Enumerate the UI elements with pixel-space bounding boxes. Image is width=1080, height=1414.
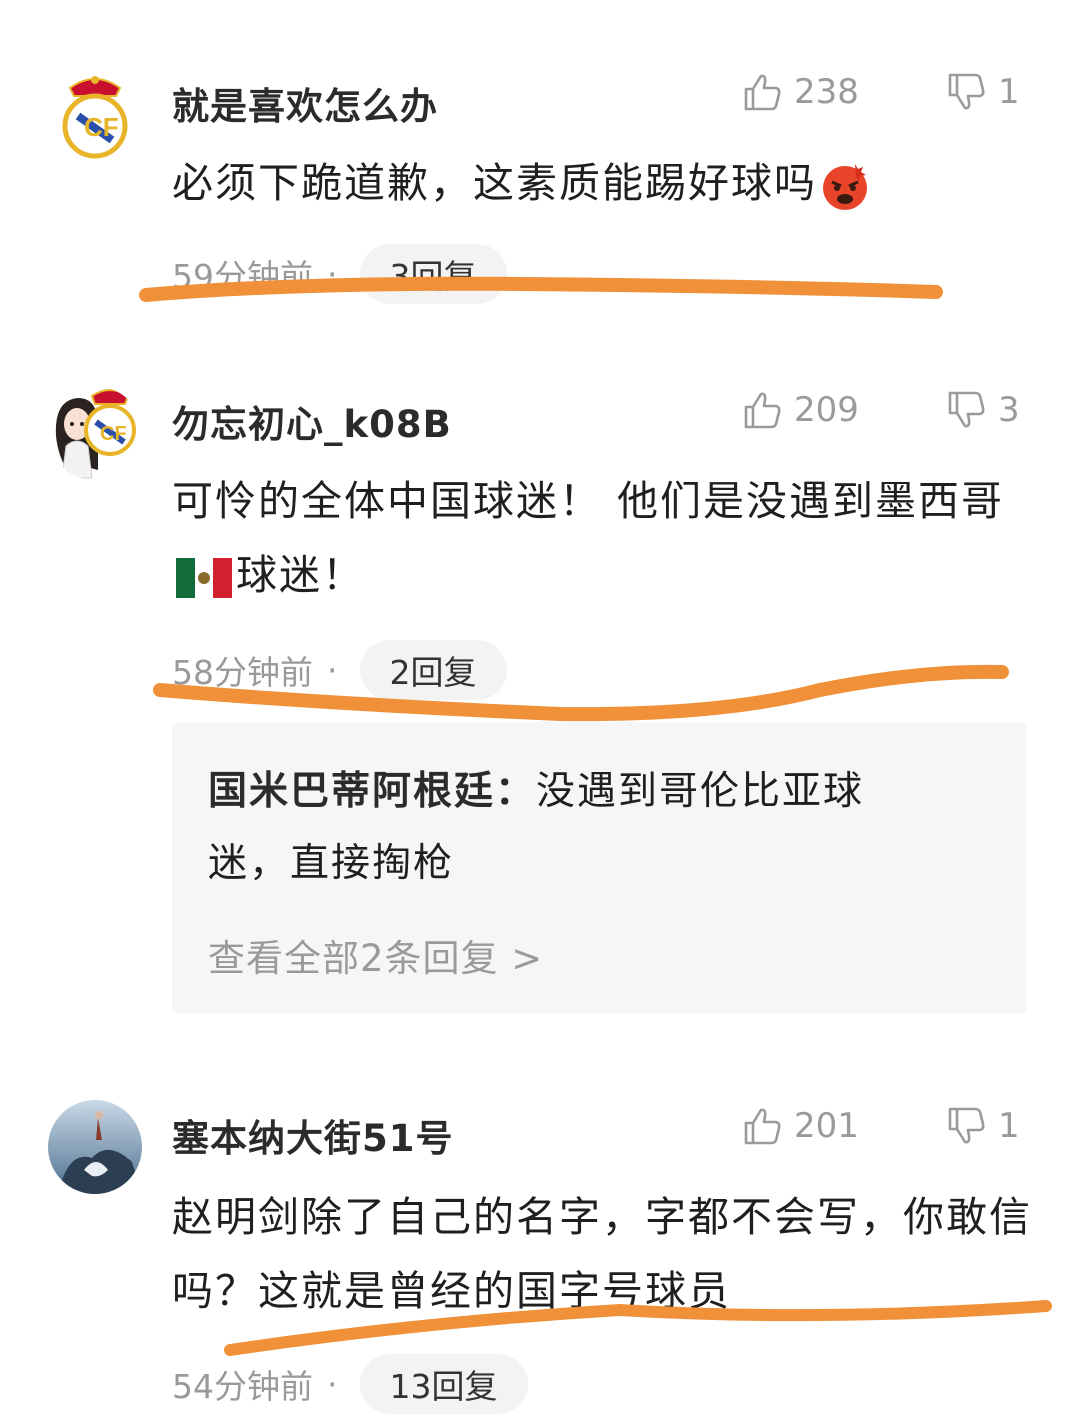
dislike-count: 1 (998, 72, 1020, 112)
like-button[interactable]: 201 (742, 1106, 859, 1146)
dislike-count: 1 (998, 1106, 1020, 1146)
avatar[interactable]: CF (48, 386, 142, 480)
angry-face-icon (823, 164, 867, 210)
dislike-button[interactable]: 1 (946, 72, 1020, 112)
comment-text: 必须下跪道歉，这素质能踢好球吗 (172, 146, 1042, 220)
comment-meta: 59分钟前 · 3回复 (172, 244, 507, 304)
comment-text-part1: 可怜的全体中国球迷！ 他们是没遇到墨西哥 (172, 477, 1005, 525)
view-all-replies-link[interactable]: 查看全部2条回复 > (208, 928, 543, 982)
reply-count-button[interactable]: 2回复 (359, 640, 507, 700)
timestamp: 58分钟前 (172, 653, 313, 692)
anime-girl-avatar-icon: CF (48, 386, 142, 480)
comment-text-part2: 球迷！ (236, 551, 365, 599)
comment-meta: 54分钟前 · 13回复 (172, 1354, 528, 1414)
avatar[interactable]: CF (48, 68, 142, 162)
username[interactable]: 就是喜欢怎么办 (172, 76, 438, 130)
like-button[interactable]: 209 (742, 390, 859, 430)
real-madrid-crest-icon: CF (48, 68, 142, 162)
comment-text: 赵明剑除了自己的名字，字都不会写，你敢信吗？这就是曾经的国字号球员 (172, 1193, 1032, 1315)
like-count: 238 (794, 72, 859, 112)
dislike-count: 3 (998, 390, 1020, 430)
thumbs-down-icon (948, 1107, 985, 1144)
like-button[interactable]: 238 (742, 72, 859, 112)
reply-author[interactable]: 国米巴蒂阿根廷： (208, 769, 536, 814)
like-count: 201 (794, 1106, 859, 1146)
username[interactable]: 勿忘初心_k08B (172, 394, 452, 448)
username[interactable]: 塞本纳大街51号 (172, 1108, 454, 1162)
comment-text: 可怜的全体中国球迷！ 他们是没遇到墨西哥 球迷！ (172, 464, 1012, 612)
avatar[interactable] (48, 1100, 142, 1194)
svg-text:CF: CF (100, 423, 127, 445)
thumbs-up-icon (744, 1108, 781, 1145)
comment-text-body: 必须下跪道歉，这素质能踢好球吗 (172, 159, 817, 207)
thumbs-up-icon (744, 74, 781, 111)
separator-dot: · (327, 650, 338, 690)
reply-count-button[interactable]: 13回复 (359, 1354, 528, 1414)
thumbs-down-icon (948, 73, 985, 110)
svg-text:CF: CF (84, 112, 119, 142)
game-art-avatar-icon (48, 1100, 142, 1194)
dislike-button[interactable]: 3 (946, 390, 1020, 430)
thumbs-down-icon (948, 391, 985, 428)
reply-count-button[interactable]: 3回复 (359, 244, 507, 304)
like-count: 209 (794, 390, 859, 430)
timestamp: 54分钟前 (172, 1367, 313, 1406)
separator-dot: · (327, 1364, 338, 1404)
separator-dot: · (327, 254, 338, 294)
comment-meta: 58分钟前 · 2回复 (172, 640, 507, 700)
mexico-flag-icon (176, 558, 232, 598)
reply-preview[interactable]: 国米巴蒂阿根廷：没遇到哥伦比亚球迷，直接掏枪 查看全部2条回复 > (172, 722, 1026, 1014)
thumbs-up-icon (744, 392, 781, 429)
timestamp: 59分钟前 (172, 257, 313, 296)
dislike-button[interactable]: 1 (946, 1106, 1020, 1146)
reply-preview-text: 国米巴蒂阿根廷：没遇到哥伦比亚球迷，直接掏枪 (208, 756, 928, 900)
